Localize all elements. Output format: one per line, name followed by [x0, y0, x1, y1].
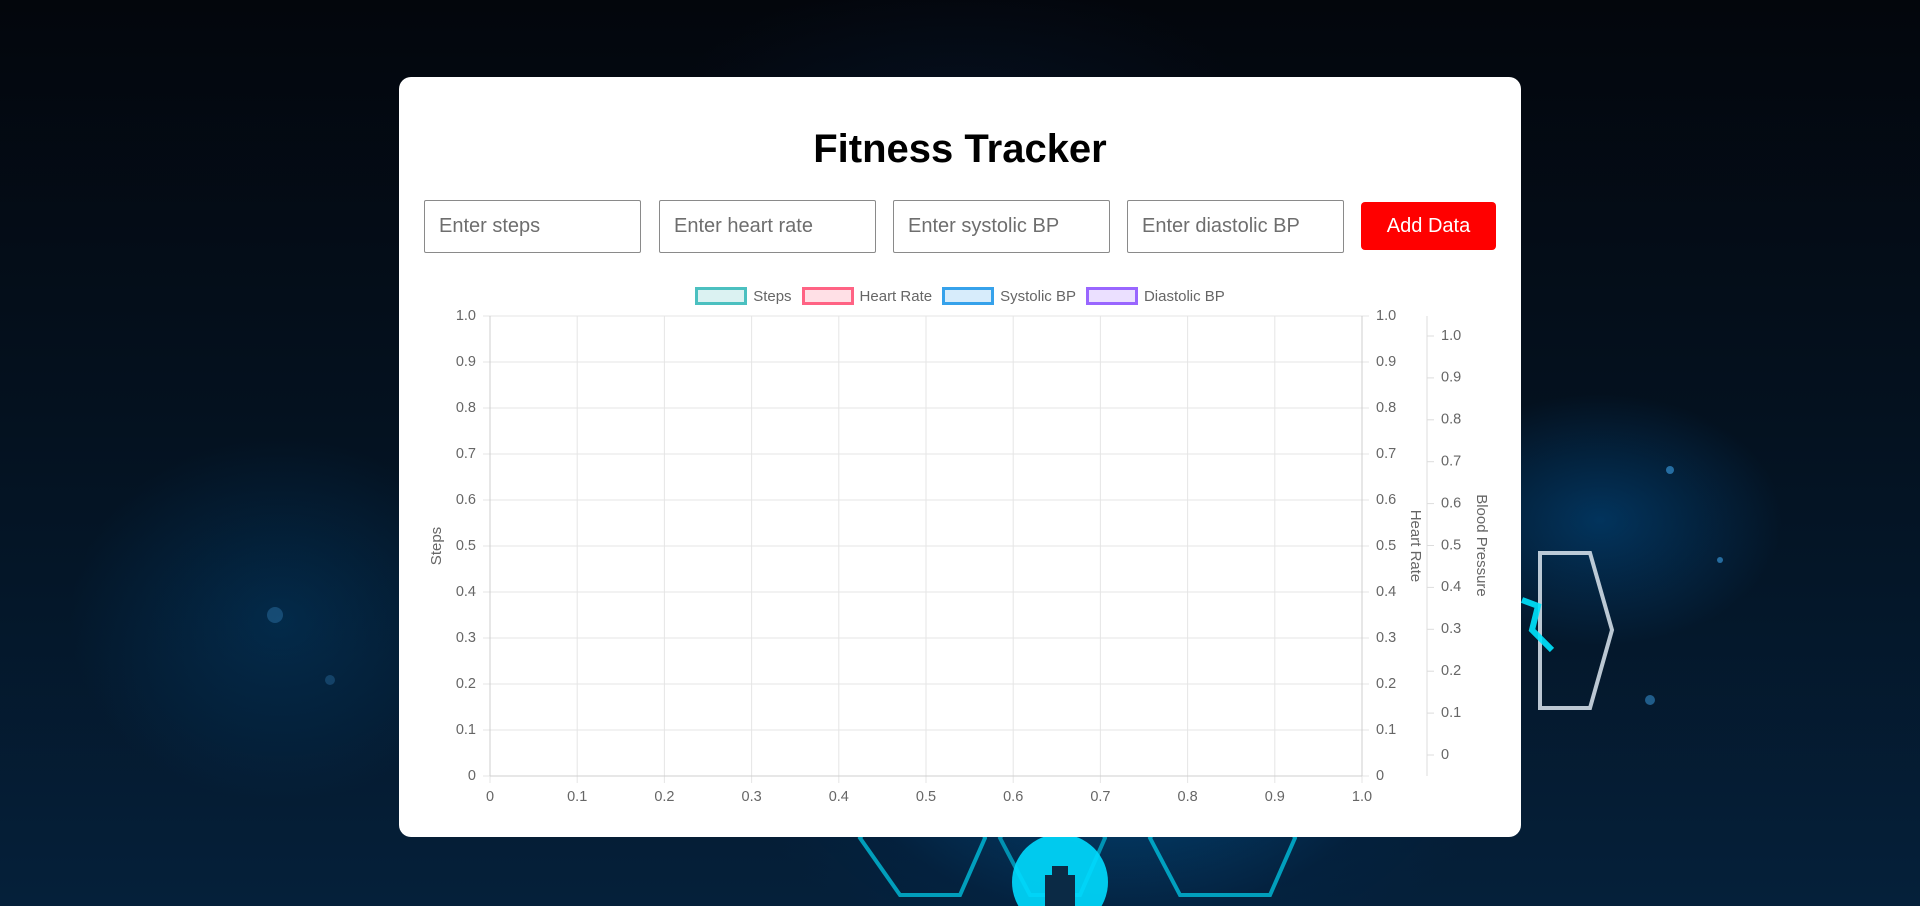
y-left-axis-title: Steps [428, 527, 445, 565]
x-tick-label: 0.4 [829, 789, 849, 805]
x-tick-label: 0.9 [1265, 789, 1285, 805]
y-right-tick-label: 0 [1376, 768, 1384, 784]
y-bp-tick-label: 0.7 [1441, 454, 1461, 470]
y-left-tick-label: 0.1 [456, 722, 476, 738]
y-bp-tick-label: 0.6 [1441, 495, 1461, 511]
y-left-tick-label: 0.3 [456, 630, 476, 646]
y-right-tick-label: 0.5 [1376, 538, 1396, 554]
x-tick-label: 0.6 [1003, 789, 1023, 805]
y-right-tick-label: 0.3 [1376, 630, 1396, 646]
y-right-tick-label: 0.2 [1376, 676, 1396, 692]
x-tick-label: 1.0 [1352, 789, 1372, 805]
x-tick-label: 0.8 [1178, 789, 1198, 805]
y-right-axis-title: Heart Rate [1407, 510, 1424, 583]
y-bp-tick-label: 0.2 [1441, 663, 1461, 679]
y-right-tick-label: 0.8 [1376, 400, 1396, 416]
x-tick-label: 0.2 [654, 789, 674, 805]
x-tick-label: 0.1 [567, 789, 587, 805]
y-left-tick-label: 0.8 [456, 400, 476, 416]
y-right-tick-label: 0.1 [1376, 722, 1396, 738]
y-bp-tick-label: 0.4 [1441, 579, 1461, 595]
y-bp-axis-title: Blood Pressure [1473, 494, 1490, 597]
x-tick-label: 0 [486, 789, 494, 805]
x-tick-label: 0.7 [1090, 789, 1110, 805]
y-left-tick-label: 0.5 [456, 538, 476, 554]
y-bp-tick-label: 0.3 [1441, 621, 1461, 637]
fitness-tracker-card: Fitness Tracker Add Data Steps Heart Rat… [399, 77, 1521, 837]
y-left-tick-label: 1.0 [456, 308, 476, 324]
y-right-tick-label: 0.9 [1376, 354, 1396, 370]
y-left-tick-label: 0.6 [456, 492, 476, 508]
y-bp-tick-label: 0.1 [1441, 705, 1461, 721]
y-bp-tick-label: 1.0 [1441, 328, 1461, 344]
y-bp-tick-label: 0 [1441, 747, 1449, 763]
y-right-tick-label: 1.0 [1376, 308, 1396, 324]
y-left-tick-label: 0.2 [456, 676, 476, 692]
y-left-tick-label: 0.9 [456, 354, 476, 370]
y-bp-tick-label: 0.8 [1441, 412, 1461, 428]
y-right-tick-label: 0.7 [1376, 446, 1396, 462]
x-tick-label: 0.5 [916, 789, 936, 805]
y-bp-tick-label: 0.9 [1441, 370, 1461, 386]
y-left-tick-label: 0 [468, 768, 476, 784]
fitness-chart: 0 0.1 0.2 0.3 0.4 0.5 0.6 0.7 0.8 0.9 1.000.10.20.… [428, 308, 1490, 805]
x-tick-label: 0.3 [742, 789, 762, 805]
y-right-tick-label: 0.4 [1376, 584, 1396, 600]
y-left-tick-label: 0.4 [456, 584, 476, 600]
y-bp-tick-label: 0.5 [1441, 537, 1461, 553]
y-left-tick-label: 0.7 [456, 446, 476, 462]
y-right-tick-label: 0.6 [1376, 492, 1396, 508]
